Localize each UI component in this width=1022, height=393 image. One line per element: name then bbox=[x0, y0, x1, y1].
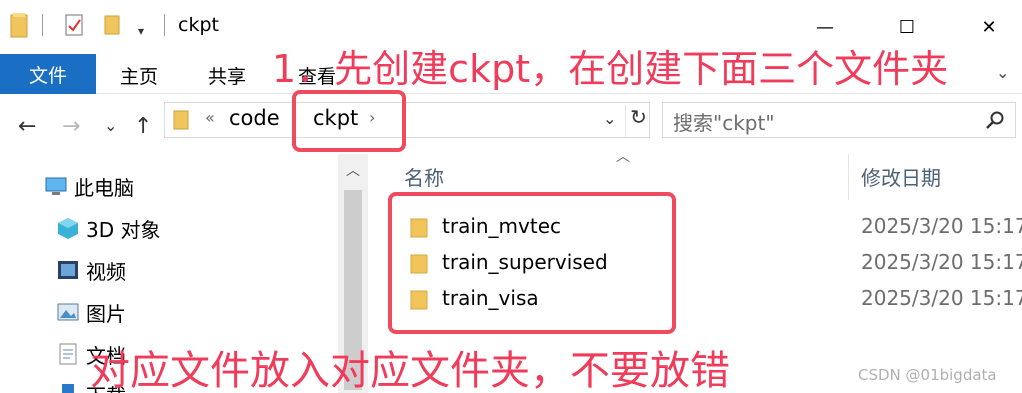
toolbar-separator bbox=[164, 14, 165, 36]
sidebar-item-this-pc[interactable]: 此电脑 bbox=[44, 170, 134, 202]
annotation-bottom-note: 对应文件放入对应文件夹，不要放错 bbox=[90, 348, 730, 393]
video-icon bbox=[58, 261, 78, 279]
new-folder-icon[interactable] bbox=[104, 13, 122, 35]
sidebar-item-label: 图片 bbox=[86, 301, 126, 326]
tab-file[interactable]: 文件 bbox=[0, 54, 96, 94]
recent-locations-icon[interactable]: ⌄ bbox=[104, 116, 117, 135]
scroll-up-icon[interactable]: ︿ bbox=[338, 160, 368, 180]
tab-home[interactable]: 主页 bbox=[120, 62, 158, 89]
navigation-bar: ← → ⌄ ↑ « code › ckpt › ⌄ ↻ 搜索"ckpt" bbox=[0, 94, 1022, 154]
annotation-top-note: 1．先创建ckpt，在创建下面三个文件夹 bbox=[272, 47, 949, 91]
close-button[interactable]: ✕ bbox=[966, 12, 1012, 42]
up-button[interactable]: ↑ bbox=[134, 114, 152, 139]
computer-icon bbox=[45, 177, 67, 195]
annotation-box-folders bbox=[388, 192, 676, 334]
pictures-icon bbox=[57, 303, 79, 321]
column-divider[interactable] bbox=[848, 154, 849, 200]
documents-icon bbox=[59, 343, 77, 365]
file-date: 2025/3/20 15:17 bbox=[861, 250, 1022, 274]
breadcrumb-overflow-icon[interactable]: « bbox=[205, 108, 215, 127]
address-bar[interactable]: « code › ckpt › ⌄ ↻ bbox=[164, 102, 650, 138]
toolbar-separator bbox=[42, 14, 43, 36]
watermark: CSDN @01bigdata bbox=[858, 366, 997, 384]
quick-access-dropdown-icon[interactable]: ▾ bbox=[138, 24, 144, 38]
sidebar-item-pictures[interactable]: 图片 bbox=[56, 296, 126, 328]
tab-share[interactable]: 共享 bbox=[208, 62, 246, 89]
column-header-date-modified[interactable]: 修改日期 bbox=[861, 162, 941, 191]
search-icon[interactable] bbox=[985, 110, 1005, 130]
window-title: ckpt bbox=[178, 14, 219, 36]
annotation-box-address bbox=[292, 90, 406, 152]
sidebar-item-label: 3D 对象 bbox=[86, 217, 161, 242]
address-dropdown-icon[interactable]: ⌄ bbox=[603, 109, 616, 128]
refresh-button[interactable]: ↻ bbox=[625, 105, 651, 137]
sidebar-item-label: 视频 bbox=[86, 259, 126, 284]
search-box[interactable]: 搜索"ckpt" bbox=[662, 102, 1016, 138]
sort-ascending-icon: ︿ bbox=[616, 149, 630, 165]
file-date: 2025/3/20 15:17 bbox=[861, 286, 1022, 310]
3d-objects-icon bbox=[58, 218, 78, 239]
folder-icon bbox=[173, 110, 189, 130]
sidebar-item-3d-objects[interactable]: 3D 对象 bbox=[56, 212, 160, 244]
back-button[interactable]: ← bbox=[18, 114, 36, 139]
sidebar-item-videos[interactable]: 视频 bbox=[56, 254, 126, 286]
file-date: 2025/3/20 15:17 bbox=[861, 214, 1022, 238]
sidebar-item-label: 此电脑 bbox=[74, 175, 134, 200]
breadcrumb-code[interactable]: code bbox=[229, 106, 280, 130]
search-input[interactable]: 搜索"ckpt" bbox=[673, 107, 775, 136]
ribbon-expand-icon[interactable]: ⌄ bbox=[996, 63, 1009, 82]
properties-icon[interactable] bbox=[64, 13, 86, 37]
forward-button[interactable]: → bbox=[62, 114, 80, 139]
downloads-icon bbox=[62, 384, 74, 393]
folder-icon bbox=[10, 13, 28, 38]
column-header-name[interactable]: 名称 bbox=[404, 162, 444, 191]
